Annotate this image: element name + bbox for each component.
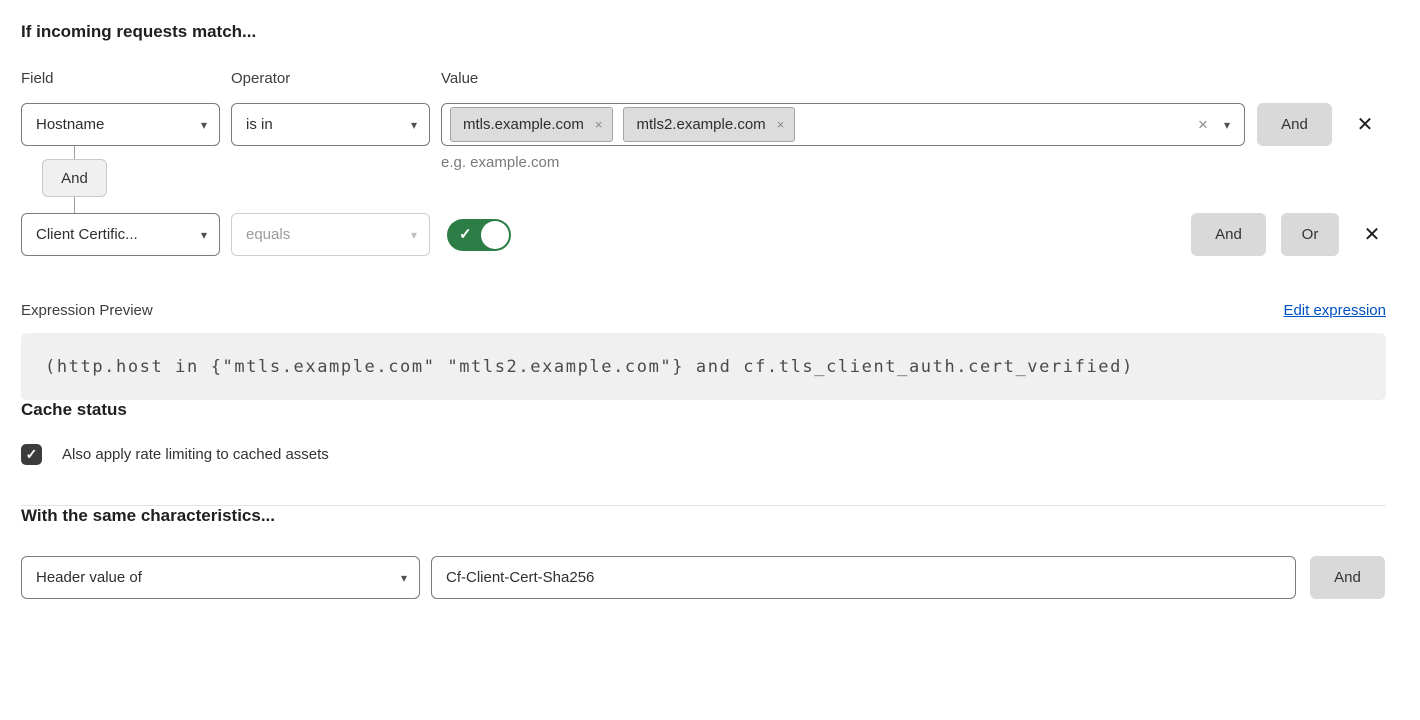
tag-remove-icon[interactable]: × [595, 117, 603, 132]
characteristic-type-select[interactable]: Header value of ▾ [21, 556, 420, 599]
value-tag: mtls.example.com × [450, 107, 613, 142]
cache-checkbox-row: ✓ Also apply rate limiting to cached ass… [21, 444, 1386, 465]
value-tag-label: mtls.example.com [463, 116, 584, 133]
operator-select-2: equals ▾ [231, 213, 430, 256]
expression-preview-box: (http.host in {"mtls.example.com" "mtls2… [21, 333, 1386, 400]
row-connector-area: And e.g. example.com [21, 146, 1386, 213]
condition-row-2-actions: And Or ✕ [1191, 213, 1386, 256]
cache-status-heading: Cache status [21, 400, 1386, 420]
clear-values-icon[interactable]: × [1198, 115, 1208, 135]
header-name-input[interactable] [431, 556, 1296, 599]
chevron-down-icon: ▾ [201, 229, 207, 241]
operator-select-1[interactable]: is in ▾ [231, 103, 430, 146]
check-icon: ✓ [459, 225, 472, 243]
expression-preview-label: Expression Preview [21, 302, 153, 319]
add-and-condition-button-1[interactable]: And [1257, 103, 1332, 146]
condition-row-1: Hostname ▾ is in ▾ mtls.example.com × mt… [21, 103, 1386, 146]
column-labels: Field Operator Value [21, 70, 1386, 87]
chevron-down-icon: ▾ [411, 229, 417, 241]
operator-column-label: Operator [231, 70, 441, 87]
edit-expression-link[interactable]: Edit expression [1283, 302, 1386, 319]
toggle-knob [481, 221, 509, 249]
value-column-label: Value [441, 70, 478, 87]
add-characteristic-and-button[interactable]: And [1310, 556, 1385, 599]
field-select-1[interactable]: Hostname ▾ [21, 103, 220, 146]
value-tag: mtls2.example.com × [623, 107, 795, 142]
add-or-condition-button-2[interactable]: Or [1281, 213, 1339, 256]
value-helper-text: e.g. example.com [441, 154, 559, 171]
rate-limit-rule-builder: If incoming requests match... Field Oper… [0, 0, 1420, 599]
chevron-down-icon: ▾ [411, 119, 417, 131]
cached-assets-checkbox-label: Also apply rate limiting to cached asset… [62, 446, 329, 463]
characteristics-row: Header value of ▾ And [21, 556, 1386, 599]
expression-preview-header: Expression Preview Edit expression [21, 302, 1386, 319]
remove-condition-button-1[interactable]: ✕ [1351, 115, 1379, 135]
add-and-condition-button-2[interactable]: And [1191, 213, 1266, 256]
remove-condition-button-2[interactable]: ✕ [1358, 225, 1386, 245]
characteristics-heading: With the same characteristics... [21, 506, 1386, 526]
cached-assets-checkbox[interactable]: ✓ [21, 444, 42, 465]
cert-verified-toggle[interactable]: ✓ [447, 219, 511, 251]
field-select-2[interactable]: Client Certific... ▾ [21, 213, 220, 256]
tag-remove-icon[interactable]: × [777, 117, 785, 132]
chevron-down-icon: ▾ [401, 572, 407, 584]
expression-code: (http.host in {"mtls.example.com" "mtls2… [45, 357, 1134, 377]
condition-row-2: Client Certific... ▾ equals ▾ ✓ And Or ✕ [21, 213, 1386, 256]
value-tag-label: mtls2.example.com [636, 116, 765, 133]
chevron-down-icon[interactable]: ▾ [1224, 119, 1230, 131]
chevron-down-icon: ▾ [201, 119, 207, 131]
connector-and-button[interactable]: And [42, 159, 107, 197]
value-multiselect[interactable]: mtls.example.com × mtls2.example.com × ×… [441, 103, 1245, 146]
match-section-title: If incoming requests match... [21, 22, 1386, 42]
field-column-label: Field [21, 70, 231, 87]
